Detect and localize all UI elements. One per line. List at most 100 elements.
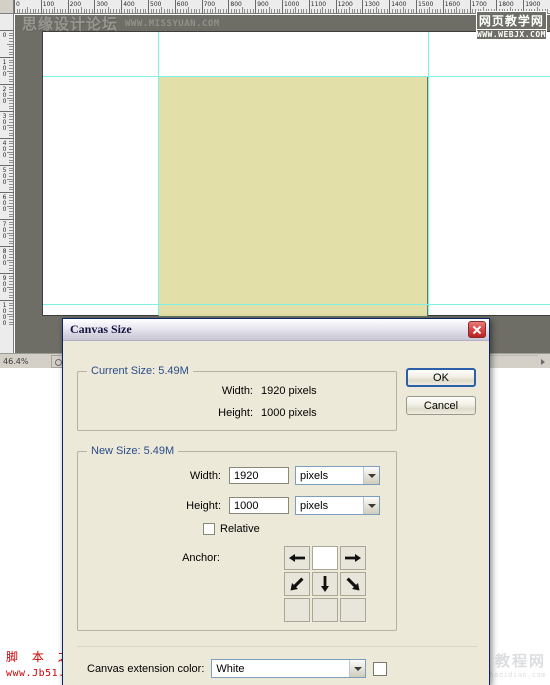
chevron-down-icon[interactable] [363, 467, 379, 484]
ruler-tick-minor [54, 7, 56, 13]
ruler-tick-minor [359, 9, 361, 13]
guide-horizontal-bottom[interactable] [43, 304, 550, 305]
width-unit-select[interactable]: pixels [295, 466, 380, 485]
ruler-tick-minor [198, 9, 200, 13]
ruler-tick-minor [426, 9, 428, 13]
ruler-tick-minor [437, 9, 439, 13]
anchor-cell-bottom-center[interactable] [312, 598, 338, 622]
zoom-level-field[interactable]: 46.4% [1, 354, 49, 368]
chevron-down-icon[interactable] [363, 497, 379, 514]
anchor-cell-middle-center[interactable] [312, 572, 338, 596]
ruler-tick-minor [501, 9, 503, 13]
ruler-tick-minor [9, 308, 13, 310]
anchor-cell-middle-left[interactable] [284, 572, 310, 596]
ruler-tick-minor [491, 9, 493, 13]
ruler-tick-minor [525, 9, 527, 13]
ruler-tick-minor [9, 256, 13, 258]
ruler-tick-minor [332, 9, 334, 13]
ruler-tick-minor [9, 216, 13, 218]
anchor-cell-middle-right[interactable] [340, 572, 366, 596]
ruler-tick-minor [378, 9, 380, 13]
chevron-down-icon[interactable] [349, 660, 366, 677]
anchor-cell-top-right[interactable] [340, 546, 366, 570]
ruler-tick-label: 300 [96, 1, 108, 8]
ruler-tick-minor [9, 289, 13, 291]
ruler-tick-minor [9, 119, 13, 121]
ruler-tick-label: 900 [257, 1, 269, 8]
ruler-tick-label: 200 [1, 86, 8, 104]
height-input[interactable] [229, 497, 289, 514]
dialog-body: Current Size: 5.49M Width: 1920 pixels H… [63, 341, 489, 685]
close-icon[interactable] [468, 321, 486, 338]
anchor-cell-bottom-left[interactable] [284, 598, 310, 622]
guide-vertical-right[interactable] [428, 32, 429, 315]
ruler-tick-minor [110, 9, 112, 13]
ruler-tick-minor [9, 167, 13, 169]
ruler-tick-minor [9, 129, 13, 131]
extension-color-select[interactable]: White [211, 659, 367, 678]
ruler-tick-minor [517, 9, 519, 13]
extension-color-swatch[interactable] [373, 661, 388, 676]
anchor-cell-top-left[interactable] [284, 546, 310, 570]
ruler-tick-minor [9, 51, 13, 53]
ruler-tick-minor [131, 9, 133, 13]
ruler-tick-minor [102, 9, 104, 13]
ruler-tick-label: 1800 [498, 1, 514, 8]
ruler-tick-minor [9, 240, 13, 242]
ruler-tick-minor [7, 70, 13, 72]
ruler-tick-minor [276, 9, 278, 13]
ruler-tick-minor [9, 140, 13, 142]
ruler-tick-minor [9, 275, 13, 277]
ruler-tick-minor [303, 9, 305, 13]
ruler-tick-minor [9, 170, 13, 172]
ruler-tick-minor [413, 9, 415, 13]
dialog-titlebar[interactable]: Canvas Size [63, 319, 489, 341]
ruler-tick-minor [9, 35, 13, 37]
image-layer-rectangle[interactable] [158, 76, 428, 317]
ruler-tick-minor [9, 100, 13, 102]
guide-vertical-left[interactable] [158, 32, 159, 315]
ruler-tick-minor [9, 78, 13, 80]
ruler-tick-minor [365, 9, 367, 13]
ruler-tick-minor [394, 9, 396, 13]
ruler-tick-minor [185, 9, 187, 13]
horizontal-ruler[interactable]: 0 100 200 300 400 500 600 700 800 900 1000 1100 1200… [14, 0, 550, 14]
ok-button[interactable]: OK [406, 368, 476, 387]
ruler-tick-minor [196, 9, 198, 13]
vertical-ruler[interactable]: 0 100 200 300 400 500 600 700 800 900 1000 [0, 14, 14, 368]
ruler-tick-label: 1300 [364, 1, 380, 8]
ruler-tick-label: 700 [203, 1, 216, 8]
anchor-grid[interactable] [284, 546, 366, 622]
ruler-tick-minor [225, 9, 227, 13]
ruler-tick-minor [343, 9, 345, 13]
ruler-tick-minor [7, 259, 13, 261]
ruler-tick-minor [9, 89, 13, 91]
guide-horizontal-top[interactable] [43, 76, 550, 77]
ruler-tick-minor [456, 7, 458, 13]
height-unit-select[interactable]: pixels [295, 496, 380, 515]
ruler-tick-minor [35, 9, 37, 13]
ruler-tick-minor [38, 9, 40, 13]
dialog-title: Canvas Size [70, 322, 132, 336]
ruler-tick-minor [9, 237, 13, 239]
ruler-tick-minor [493, 9, 495, 13]
relative-checkbox[interactable] [203, 523, 215, 535]
ruler-tick-minor [142, 9, 144, 13]
cancel-button[interactable]: Cancel [406, 396, 476, 415]
ruler-tick-minor [367, 9, 369, 13]
width-input[interactable] [229, 467, 289, 484]
ruler-tick-minor [9, 113, 13, 115]
ruler-tick-minor [105, 9, 107, 13]
document-canvas[interactable] [42, 31, 550, 317]
canvas-scroll-area[interactable] [15, 15, 550, 353]
ruler-tick-minor [56, 9, 58, 13]
ruler-tick-label: 1000 [284, 1, 300, 8]
scroll-right-arrow[interactable] [538, 354, 549, 368]
anchor-cell-top-center[interactable] [312, 546, 338, 570]
ruler-tick-minor [330, 9, 332, 13]
ruler-tick-minor [126, 9, 128, 13]
canvas-size-dialog[interactable]: Canvas Size Current Size: 5.49M Width: 1… [62, 318, 490, 685]
anchor-cell-bottom-right[interactable] [340, 598, 366, 622]
ruler-tick-minor [9, 73, 13, 75]
ruler-tick-minor [370, 9, 372, 13]
